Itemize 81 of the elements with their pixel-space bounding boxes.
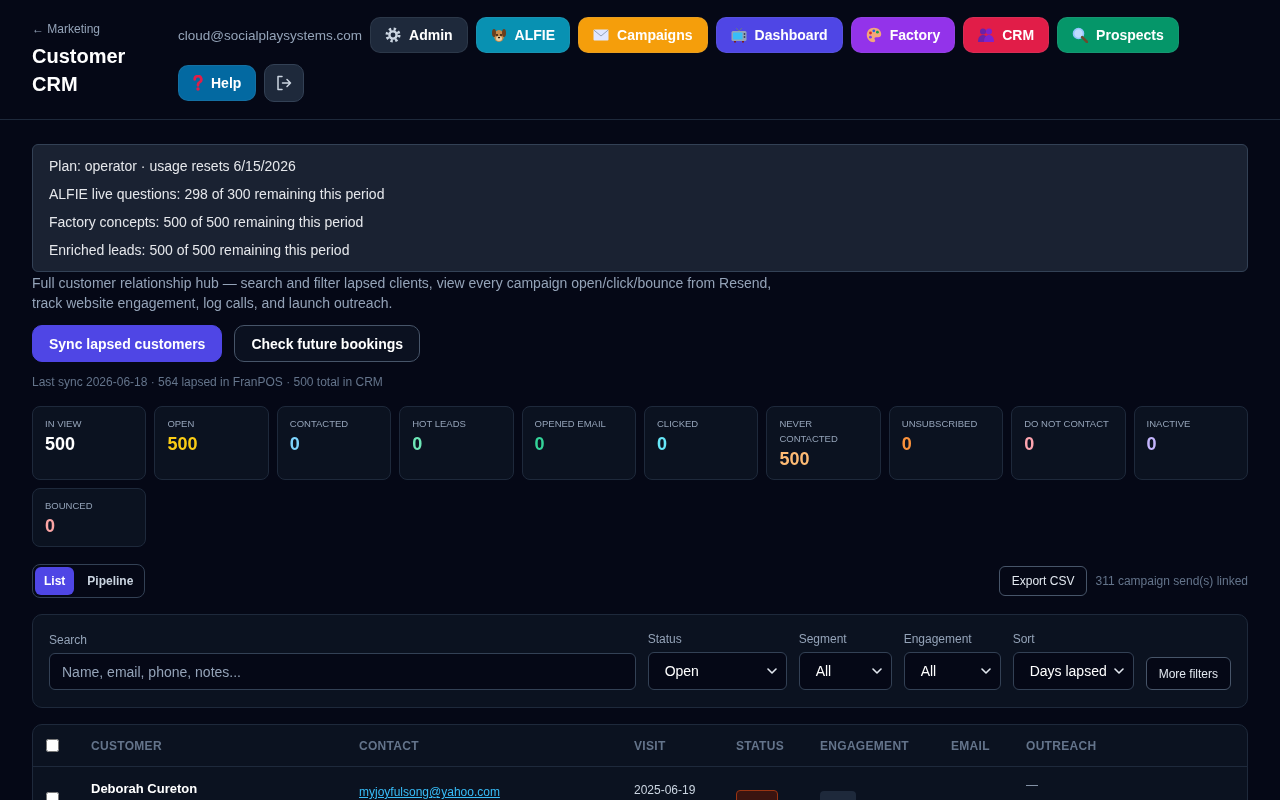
people-icon — [978, 27, 995, 43]
stat-label: UNSUBSCRIBED — [901, 417, 979, 431]
field-label: Sort — [1012, 631, 1036, 647]
view-tab[interactable]: Pipeline — [78, 567, 143, 595]
question-mark-icon — [193, 75, 203, 91]
nav-button[interactable]: Dashboard — [715, 17, 843, 53]
page-title: Customer CRM — [32, 44, 127, 97]
plan-usage-line: Plan: operator · usage resets 6/15/2026 — [49, 157, 297, 176]
envelope-icon — [593, 27, 610, 43]
stat-value: 0 — [534, 433, 546, 455]
field-label: Status — [647, 631, 683, 647]
dog-face-icon — [490, 27, 507, 43]
stat-label: CONTACTED — [289, 417, 350, 431]
nav-button[interactable]: ALFIE — [475, 17, 571, 53]
logout-button[interactable] — [264, 64, 305, 102]
column-header: CUSTOMER — [91, 738, 163, 753]
stat-label: BOUNCED — [45, 499, 94, 513]
stat-label: INACTIVE — [1146, 417, 1192, 431]
more-filters-button[interactable]: More filters — [1145, 657, 1231, 690]
stat-label: OPENED EMAIL — [534, 417, 607, 431]
stat-label: HOT LEADS — [412, 417, 467, 431]
export-csv-button[interactable]: Export CSV — [998, 566, 1088, 596]
nav-button[interactable]: Factory — [850, 17, 956, 53]
stat-label: NEVER CONTACTED — [779, 417, 839, 446]
plan-usage-line: ALFIE live questions: 298 of 300 remaining this period — [49, 185, 386, 204]
dropdown-select[interactable]: All — [903, 652, 1001, 690]
chevron-down-icon — [766, 668, 777, 674]
user-email: cloud@socialplaysystems.com — [178, 27, 363, 43]
logout-icon — [276, 75, 293, 91]
visit-date: 2025-06-19 — [634, 782, 697, 798]
stat-label: CLICKED — [657, 417, 700, 431]
email-link[interactable]: myjoyfulsong@yahoo.com — [359, 784, 634, 800]
column-header: CONTACT — [359, 738, 420, 753]
dropdown-select[interactable]: All — [798, 652, 892, 690]
stat-label: DO NOT CONTACT — [1024, 417, 1110, 431]
stat-value: 0 — [1146, 433, 1158, 455]
nav-button[interactable]: Prospects — [1057, 17, 1179, 53]
search-icon — [1072, 27, 1089, 43]
palette-icon — [865, 27, 882, 43]
stat-value: 500 — [167, 433, 199, 455]
search-field[interactable]: Name, email, phone, notes... — [49, 653, 636, 690]
view-tab[interactable]: List — [35, 567, 75, 595]
column-header: VISIT — [634, 738, 667, 753]
plan-usage-line: Factory concepts: 500 of 500 remaining this period — [49, 213, 365, 232]
stat-value: 0 — [901, 433, 913, 455]
field-label: Engagement — [903, 631, 973, 647]
linked-count: 311 campaign send(s) linked — [1095, 574, 1248, 588]
stat-value: 0 — [657, 433, 668, 455]
outreach-cell-text: — — [1026, 777, 1039, 793]
field-label: Search — [49, 632, 89, 648]
stat-value: 0 — [412, 433, 424, 455]
column-header: OUTREACH — [1026, 738, 1098, 753]
nav-button[interactable]: CRM — [963, 17, 1050, 53]
chevron-down-icon — [871, 668, 882, 674]
chevron-down-icon — [1113, 668, 1124, 674]
column-header: EMAIL — [951, 738, 991, 753]
column-header: ENGAGEMENT — [820, 738, 910, 753]
stat-label: IN VIEW — [45, 417, 83, 431]
customer-name: Deborah Cureton — [91, 781, 199, 797]
sync-status: Last sync 2026-06-18 · 564 lapsed in FranPOS · 500 total in CRM — [32, 374, 384, 390]
gear-icon — [385, 27, 402, 43]
back-link[interactable]: ← Marketing — [32, 20, 132, 38]
stat-value: 0 — [45, 515, 56, 537]
stat-label: OPEN — [167, 417, 196, 431]
select-all-checkbox[interactable] — [46, 739, 59, 752]
stat-value: 500 — [45, 433, 77, 455]
sync-button[interactable]: Sync lapsed customers — [32, 325, 223, 362]
nav-button[interactable]: Help — [178, 65, 257, 101]
field-label: Segment — [798, 631, 848, 647]
stat-value: 500 — [779, 448, 811, 470]
dropdown-select[interactable]: Open — [647, 652, 787, 690]
stat-value: 0 — [1024, 433, 1036, 455]
bookings-button[interactable]: Check future bookings — [234, 325, 421, 362]
page-description: Full customer relationship hub — search and filter lapsed clients, view every campaign open/click/bounce from Resend, track website engagement, log calls, and launch outreach. — [32, 274, 773, 313]
dropdown-select[interactable]: Days lapsed — [1012, 652, 1134, 690]
tv-icon — [730, 27, 747, 43]
stat-value: 0 — [289, 433, 301, 455]
nav-button[interactable]: Admin — [370, 17, 468, 53]
chevron-down-icon — [980, 668, 991, 674]
column-header: STATUS — [736, 738, 786, 753]
plan-usage-line: Enriched leads: 500 of 500 remaining this period — [49, 241, 351, 260]
